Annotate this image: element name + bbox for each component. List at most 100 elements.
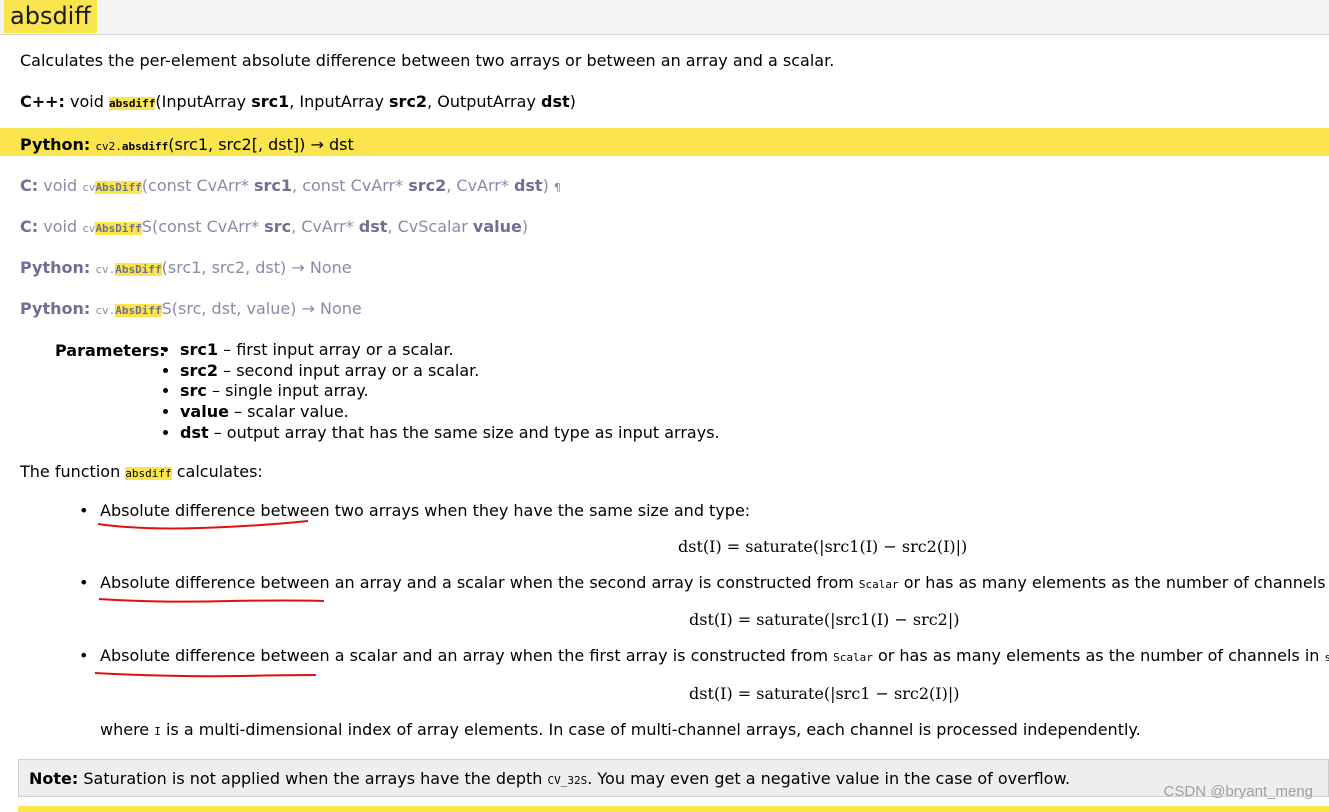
note-box: Note: Saturation is not applied when the… — [18, 759, 1329, 797]
signature-python: Python: cv2.absdiff(src1, src2[, dst]) →… — [20, 134, 354, 158]
sig-return: void — [43, 176, 78, 195]
inline-code: src2 — [1324, 651, 1329, 664]
parameter-item: src1 – first input array or a scalar. — [180, 340, 720, 361]
sig-suffix: S — [161, 299, 172, 318]
sig-label: C: — [20, 217, 39, 236]
sig-prefix: cv. — [95, 304, 116, 317]
inline-code: I — [154, 725, 161, 738]
intro-text: calculates: — [171, 462, 263, 481]
case-text: Absolute difference between a scalar and… — [100, 646, 834, 665]
sig-func-link[interactable]: AbsDiff — [95, 222, 142, 235]
sig-arg: src1 — [254, 176, 293, 195]
sig-prefix: cv. — [95, 263, 116, 276]
case-item: Absolute difference between an array and… — [79, 572, 1329, 596]
intro-text: The function — [20, 462, 126, 481]
sig-text: (const CvArr* — [151, 217, 265, 236]
red-underline — [94, 672, 317, 678]
sig-arg: src2 — [408, 176, 447, 195]
parameter-item: src – single input array. — [180, 381, 720, 402]
sig-text: (const CvArr* — [141, 176, 255, 195]
sig-arg: dst — [513, 176, 543, 195]
sig-text: (src, dst, value) → None — [171, 299, 362, 318]
sig-arg: src — [264, 217, 292, 236]
note-text: Note: Saturation is not applied when the… — [29, 768, 1070, 792]
where-text: where I is a multi-dimensional index of … — [100, 719, 1141, 743]
sig-text: , CvArr* — [446, 176, 514, 195]
parameter-item: value – scalar value. — [180, 402, 720, 423]
formula: dst(I) = saturate(|src1(I) − src2|) — [689, 610, 960, 629]
sig-label: Python: — [20, 258, 91, 277]
note-part: Saturation is not applied when the array… — [83, 769, 548, 788]
parameters-label: Parameters: — [55, 341, 166, 360]
sig-text: ) — [521, 217, 529, 236]
sig-arg: dst — [358, 217, 388, 236]
sig-text: , CvScalar — [387, 217, 473, 236]
case-item: Absolute difference between a scalar and… — [79, 645, 1329, 669]
header-bar: absdiff — [0, 0, 1329, 35]
signature-python-legacy-absdiffs: Python: cv.AbsDiffS(src, dst, value) → N… — [20, 298, 362, 322]
parameter-item: src2 – second input array or a scalar. — [180, 361, 720, 382]
sig-prefix: cv — [82, 222, 96, 235]
inline-code: Scalar — [858, 578, 899, 591]
note-part: . You may even get a negative value in t… — [587, 769, 1071, 788]
inline-code: absdiff — [125, 467, 172, 480]
sig-text: (src1, src2, dst) → None — [161, 258, 352, 277]
sig-label: C++: — [20, 92, 65, 111]
page-title: absdiff — [4, 0, 97, 33]
sig-label: Python: — [20, 135, 91, 154]
sig-text: , CvArr* — [291, 217, 359, 236]
case-item: Absolute difference between two arrays w… — [79, 500, 751, 522]
inline-code: Scalar — [833, 651, 873, 664]
sig-label: C: — [20, 176, 39, 195]
signature-python-legacy-absdiff: Python: cv.AbsDiff(src1, src2, dst) → No… — [20, 257, 352, 281]
sig-label: Python: — [20, 299, 91, 318]
case-text: or has as many elements as the number of… — [872, 646, 1325, 665]
formula: dst(I) = saturate(|src1 − src2(I)|) — [689, 684, 960, 703]
sig-func-link[interactable]: AbsDiff — [115, 304, 162, 317]
sig-func-link[interactable]: AbsDiff — [115, 263, 162, 276]
sig-text: (InputArray — [155, 92, 252, 111]
sig-func-link[interactable]: absdiff — [109, 97, 156, 110]
sig-text: , InputArray — [289, 92, 390, 111]
sig-arg: src1 — [251, 92, 290, 111]
param-desc: – scalar value. — [228, 402, 349, 422]
param-desc: – second input array or a scalar. — [218, 360, 480, 380]
param-desc: – first input array or a scalar. — [218, 340, 454, 359]
description: Calculates the per-element absolute diff… — [20, 51, 835, 70]
where-part: is a multi-dimensional index of array el… — [160, 720, 1141, 739]
sig-text: , const CvArr* — [292, 176, 409, 195]
sig-return: void — [70, 92, 104, 111]
where-part: where — [100, 720, 155, 739]
signature-cpp: C++: void absdiff(InputArray src1, Input… — [20, 91, 576, 115]
param-desc: – output array that has the same size an… — [208, 422, 720, 442]
case-text: Absolute difference between an array and… — [100, 573, 859, 592]
sig-text: ) — [542, 176, 549, 195]
sig-text: (src1, src2[, dst]) → dst — [168, 135, 354, 154]
param-name: src — [180, 381, 207, 401]
red-underline — [98, 598, 325, 603]
parameters-list: src1 – first input array or a scalar. sr… — [163, 340, 720, 444]
watermark: CSDN @bryant_meng — [1163, 783, 1313, 800]
sig-text: ) — [569, 92, 576, 111]
sig-text: , OutputArray — [427, 92, 541, 111]
param-name: src1 — [180, 340, 219, 359]
next-section-highlight — [18, 806, 1329, 812]
signature-c-absdiff: C: void cvAbsDiff(const CvArr* src1, con… — [20, 175, 561, 199]
parameter-item: dst – output array that has the same siz… — [180, 423, 720, 444]
sig-return: void — [43, 217, 78, 236]
sig-func-link[interactable]: AbsDiff — [95, 181, 142, 194]
function-intro: The function absdiff calculates: — [20, 461, 263, 485]
inline-code: CV_32S — [547, 774, 588, 787]
sig-arg: dst — [541, 92, 570, 111]
param-name: dst — [180, 422, 209, 442]
case-text: Absolute difference between two arrays w… — [100, 501, 751, 520]
sig-suffix: S — [141, 217, 152, 236]
case-text: or has as many elements as the number of… — [898, 573, 1329, 592]
permalink-icon[interactable]: ¶ — [554, 181, 561, 194]
sig-prefix: cv2. — [95, 140, 122, 153]
note-label: Note: — [29, 769, 79, 788]
red-underline — [97, 520, 309, 530]
param-desc: – single input array. — [206, 381, 369, 401]
sig-func-link[interactable]: absdiff — [122, 140, 168, 153]
sig-arg: value — [472, 217, 522, 236]
